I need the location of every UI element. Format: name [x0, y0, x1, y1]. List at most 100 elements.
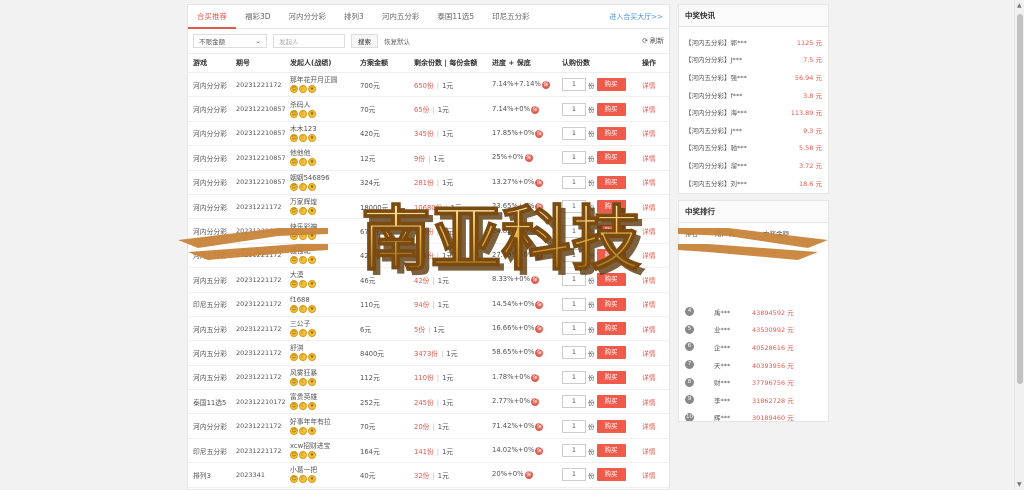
tab-thai-11x5[interactable]: 泰国11选5 [428, 5, 483, 29]
quantity-input[interactable]: 1 [562, 346, 586, 360]
quantity-input[interactable]: 1 [562, 419, 586, 433]
quantity-input[interactable]: 1 [562, 444, 586, 458]
news-winner: 【河内五分彩】J*** [685, 126, 743, 135]
refresh-button[interactable]: ⟳ 刷新 [642, 36, 664, 46]
buy-button[interactable]: 购买 [596, 370, 626, 384]
quantity-input[interactable]: 1 [562, 395, 586, 409]
buy-button[interactable]: 购买 [596, 126, 626, 140]
detail-link[interactable]: 详情 [642, 374, 656, 382]
row-per-share: 1元 [437, 276, 449, 285]
buy-button[interactable]: 购买 [596, 395, 626, 409]
row-buy-cell: 1 份购买 [562, 419, 642, 433]
rank-number: 9 [685, 395, 694, 405]
quantity-input[interactable]: 1 [562, 273, 586, 287]
row-remain: 345份 | 1元 [414, 128, 492, 138]
buy-button[interactable]: 购买 [596, 102, 626, 116]
buy-button[interactable]: 购买 [596, 200, 626, 214]
row-remain-shares: 65份 [414, 106, 430, 115]
page-scrollbar[interactable]: ▲ ▼ [1014, 0, 1024, 490]
detail-link[interactable]: 详情 [642, 106, 656, 114]
quantity-input[interactable]: 1 [562, 248, 586, 262]
tab-fc3d[interactable]: 福彩3D [236, 5, 280, 29]
sun-badge-icon: ☺ [290, 304, 298, 313]
buy-button[interactable]: 购买 [596, 444, 626, 458]
buy-button[interactable]: 购买 [596, 224, 626, 238]
search-button[interactable]: 搜索 [351, 34, 378, 48]
tab-hemai[interactable]: 合买推荐 [188, 5, 236, 29]
rank-amount: 40393956 元 [752, 361, 794, 370]
quantity-input[interactable]: 1 [562, 370, 586, 384]
moon-badge-icon: ☾ [299, 451, 307, 460]
buy-button[interactable]: 购买 [596, 322, 626, 336]
win-rank-title: 中奖排行 [679, 201, 828, 223]
row-remain: 245份 | 1元 [414, 397, 492, 407]
more-link[interactable]: 进入合买大厅>> [609, 5, 663, 29]
detail-link[interactable]: 详情 [642, 228, 656, 236]
detail-link[interactable]: 详情 [642, 82, 656, 90]
header-game: 游戏 [193, 59, 207, 67]
buy-button[interactable]: 购买 [596, 78, 626, 92]
buy-button[interactable]: 购买 [596, 468, 626, 482]
quantity-input[interactable]: 1 [562, 151, 586, 165]
quantity-input[interactable]: 1 [562, 175, 586, 189]
row-issue: 20231221172 [236, 275, 282, 284]
row-issue: 20231221172 [236, 251, 282, 260]
amount-select[interactable]: 不限金额 ⌄ [193, 34, 267, 48]
quantity-input[interactable]: 1 [562, 126, 586, 140]
news-amount: 7.5 元 [803, 56, 822, 65]
row-buy-cell: 1 份购买 [562, 78, 642, 92]
quantity-input[interactable]: 1 [562, 200, 586, 214]
detail-link[interactable]: 详情 [642, 277, 656, 285]
record-badges: ☺ ☾ ★ [290, 451, 360, 460]
detail-link[interactable]: 详情 [642, 399, 656, 407]
record-badges: ☺ ☾ ★ [290, 377, 360, 386]
row-user: 强强北 ☺ ☾ ★ [284, 247, 360, 264]
table-row: 河内五分彩 20231221172 大漠 ☺ ☾ ★ 46元 42份 | 1元 8.33%+0% 保 1… [188, 268, 669, 293]
detail-link[interactable]: 详情 [642, 448, 656, 456]
scroll-up-icon[interactable]: ▲ [1017, 2, 1022, 9]
tab-indo-5fc[interactable]: 印尼五分彩 [483, 5, 539, 29]
quantity-input[interactable]: 1 [562, 102, 586, 116]
scroll-thumb[interactable] [1017, 14, 1023, 384]
detail-link[interactable]: 详情 [642, 130, 656, 138]
news-winner: 【河内分分彩】f*** [685, 91, 743, 100]
row-progress-text: 27.89%+0% [492, 250, 535, 259]
detail-link[interactable]: 详情 [642, 204, 656, 212]
quantity-input[interactable]: 1 [562, 468, 586, 482]
detail-link[interactable]: 详情 [642, 326, 656, 334]
header-issue: 期号 [236, 59, 250, 67]
quantity-input[interactable]: 1 [562, 224, 586, 238]
initiator-input[interactable]: 发起人 [273, 34, 345, 48]
quantity-input[interactable]: 1 [562, 297, 586, 311]
row-op: 详情 [642, 397, 669, 407]
buy-button[interactable]: 购买 [596, 273, 626, 287]
detail-link[interactable]: 详情 [642, 155, 656, 163]
row-amount: 672元 [360, 228, 380, 237]
guarantee-icon: 保 [531, 373, 540, 382]
buy-button[interactable]: 购买 [596, 346, 626, 360]
scroll-down-icon[interactable]: ▼ [1017, 481, 1022, 488]
buy-button[interactable]: 购买 [596, 297, 626, 311]
detail-link[interactable]: 详情 [642, 472, 656, 480]
unit-label: 份 [588, 276, 595, 285]
detail-link[interactable]: 详情 [642, 423, 656, 431]
detail-link[interactable]: 详情 [642, 252, 656, 260]
star-badge-icon: ★ [308, 451, 316, 460]
buy-button[interactable]: 购买 [596, 248, 626, 262]
tab-hanoi-5fc[interactable]: 河内五分彩 [373, 5, 429, 29]
reset-button[interactable]: 恢复默认 [384, 36, 410, 46]
quantity-input[interactable]: 1 [562, 78, 586, 92]
buy-button[interactable]: 购买 [596, 419, 626, 433]
tab-hanoi-ffc[interactable]: 河内分分彩 [280, 5, 336, 29]
tab-pl3[interactable]: 排列3 [335, 5, 373, 29]
row-progress: 25%+0% 保 [492, 153, 562, 163]
buy-button[interactable]: 购买 [596, 175, 626, 189]
quantity-input[interactable]: 1 [562, 322, 586, 336]
detail-link[interactable]: 详情 [642, 301, 656, 309]
buy-button[interactable]: 购买 [596, 151, 626, 165]
star-badge-icon: ★ [308, 158, 316, 167]
star-badge-icon: ★ [308, 353, 316, 362]
detail-link[interactable]: 详情 [642, 350, 656, 358]
row-remain-shares: 110份 [414, 374, 434, 383]
detail-link[interactable]: 详情 [642, 179, 656, 187]
